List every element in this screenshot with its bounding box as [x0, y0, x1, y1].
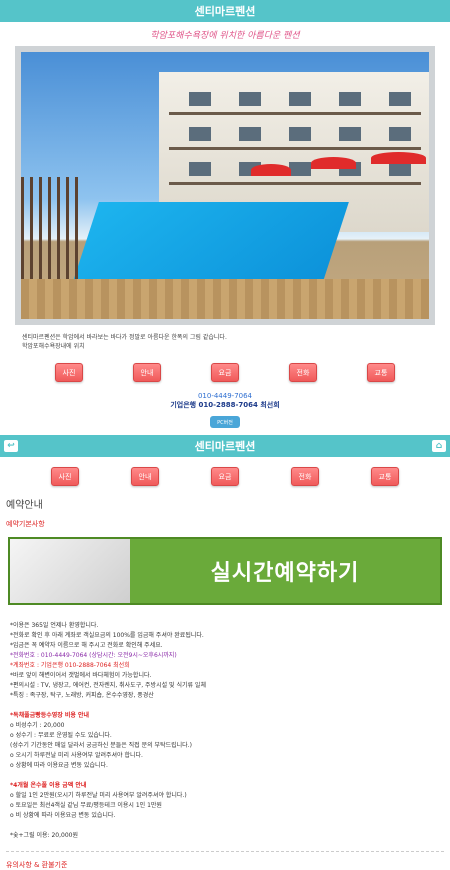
banner-text: 실시간예약하기: [210, 561, 360, 586]
nav-traffic-button-2[interactable]: 교통: [371, 467, 399, 486]
refund-policy-title[interactable]: 유의사항 & 환불기준: [6, 860, 450, 870]
divider: [6, 851, 444, 852]
info-line: *입금은 꼭 예약자 이름으로 해 주시고 전화로 확인해 주세요.: [10, 642, 163, 649]
app-header-2: ↩ 센티마르펜션 ⌂: [0, 435, 450, 457]
section-subtitle: 예약기본사항: [6, 520, 45, 528]
app-header: 센티마르펜션: [0, 0, 450, 22]
nav-phone-button[interactable]: 전화: [289, 363, 317, 382]
app-title: 센티마르펜션: [194, 5, 256, 18]
info-line: *특징 : 족구장, 탁구, 노래방, 커피숍, 온수수영장, 풍경산: [10, 692, 154, 699]
nav-traffic-button[interactable]: 교통: [367, 363, 395, 382]
info-line: *편의시설 : TV, 냉장고, 에어컨, 전자렌지, 취사도구, 주방시설 및…: [10, 682, 206, 689]
notice-line: o 비 상황에 따라 이용요금 변동 있습니다.: [10, 812, 116, 819]
back-icon[interactable]: ↩: [4, 440, 18, 452]
notice-line: (성수기 기간동안 매일 달라서 궁금하신 분들은 직접 문의 부탁드립니다.): [10, 742, 192, 749]
bank-account: 기업은행 010-2888-7064 최선희: [170, 401, 280, 409]
app-title-2: 센티마르펜션: [194, 440, 256, 453]
notice-line: o 할일 1인 2만원(오시기 하루전날 미리 사용여부 알려주셔야 합니다.): [10, 792, 187, 799]
phone-number[interactable]: 010-4449-7064: [0, 392, 450, 401]
nav-info-button[interactable]: 안내: [133, 363, 161, 382]
notice-heading: *4개월 온수풀 이용 금액 안내: [10, 782, 87, 789]
notice-line: o 성수기 : 무료로 운영될 수도 있습니다.: [10, 732, 112, 739]
info-line-account: *계좌번호 : 기업은행 010-2888-7064 최선희: [10, 662, 130, 669]
nav-row-top: 사진 안내 요금 전화 교통: [0, 363, 450, 382]
nav-row-bottom: 사진 안내 요금 전화 교통: [0, 467, 450, 486]
home-icon[interactable]: ⌂: [431, 440, 446, 452]
reservation-info: *이용은 365일 언제나 환영합니다. *전화로 확인 후 아래 계좌로 객실…: [10, 621, 440, 701]
notice-line: o 상황에 따라 이용요금 변동 있습니다.: [10, 762, 108, 769]
deck-illustration: [21, 279, 429, 319]
nav-price-button-2[interactable]: 요금: [211, 467, 239, 486]
info-line: *바로 앞이 해변이어서 갯벌에서 바다체험이 가능합니다.: [10, 672, 152, 679]
calculator-image: [10, 539, 130, 603]
bbq-fee: *숯+그릴 이용: 20,000원: [10, 832, 78, 839]
hero-photo: [21, 52, 429, 319]
nav-photo-button[interactable]: 사진: [55, 363, 83, 382]
info-line: *이용은 365일 언제나 환영합니다.: [10, 622, 99, 629]
notice-line: o 비성수기 : 20,000: [10, 722, 65, 729]
realtime-reservation-banner[interactable]: 실시간예약하기: [8, 537, 442, 605]
nav-photo-button-2[interactable]: 사진: [51, 467, 79, 486]
intro-caption: 센티마르펜션은 학암에서 바라보는 바다가 정말로 아름다운 한폭의 그림 같습…: [22, 333, 428, 351]
nav-price-button[interactable]: 요금: [211, 363, 239, 382]
nav-info-button-2[interactable]: 안내: [131, 467, 159, 486]
pc-version-button[interactable]: PC버전: [210, 416, 240, 428]
info-line-phone: *전화번호 : 010-4449-7064 (상담시간: 오전9시~오후6시까지…: [10, 652, 177, 659]
nav-phone-button-2[interactable]: 전화: [291, 467, 319, 486]
notice-line: o 토요일은 최선4객실 같님 무료/평등테크 이용시 1인 1만원: [10, 802, 162, 809]
caption-line: 센티마르펜션은 학암에서 바라보는 바다가 정말로 아름다운 한폭의 그림 같습…: [22, 334, 227, 341]
caption-line: 학암포해수욕장내에 위치: [22, 343, 85, 350]
notice-line: o 오시기 하루전날 미리 사용여부 알려주셔야 합니다.: [10, 752, 143, 759]
section-title: 예약안내: [6, 500, 43, 511]
tagline: 학암포해수욕장에 위치한 아름다운 펜션: [150, 30, 300, 41]
heated-pool-notice: *4개월 온수풀 이용 금액 안내 o 할일 1인 2만원(오시기 하루전날 미…: [10, 781, 440, 821]
notice-heading: *독채풀금빵등수영장 비용 안내: [10, 712, 90, 719]
info-line: *전화로 확인 후 아래 계좌로 객실요금의 100%를 입금해 주셔야 완료됩…: [10, 632, 204, 639]
pool-fee-notice: *독채풀금빵등수영장 비용 안내 o 비성수기 : 20,000 o 성수기 :…: [10, 711, 440, 771]
hero-photo-frame: [15, 46, 435, 325]
